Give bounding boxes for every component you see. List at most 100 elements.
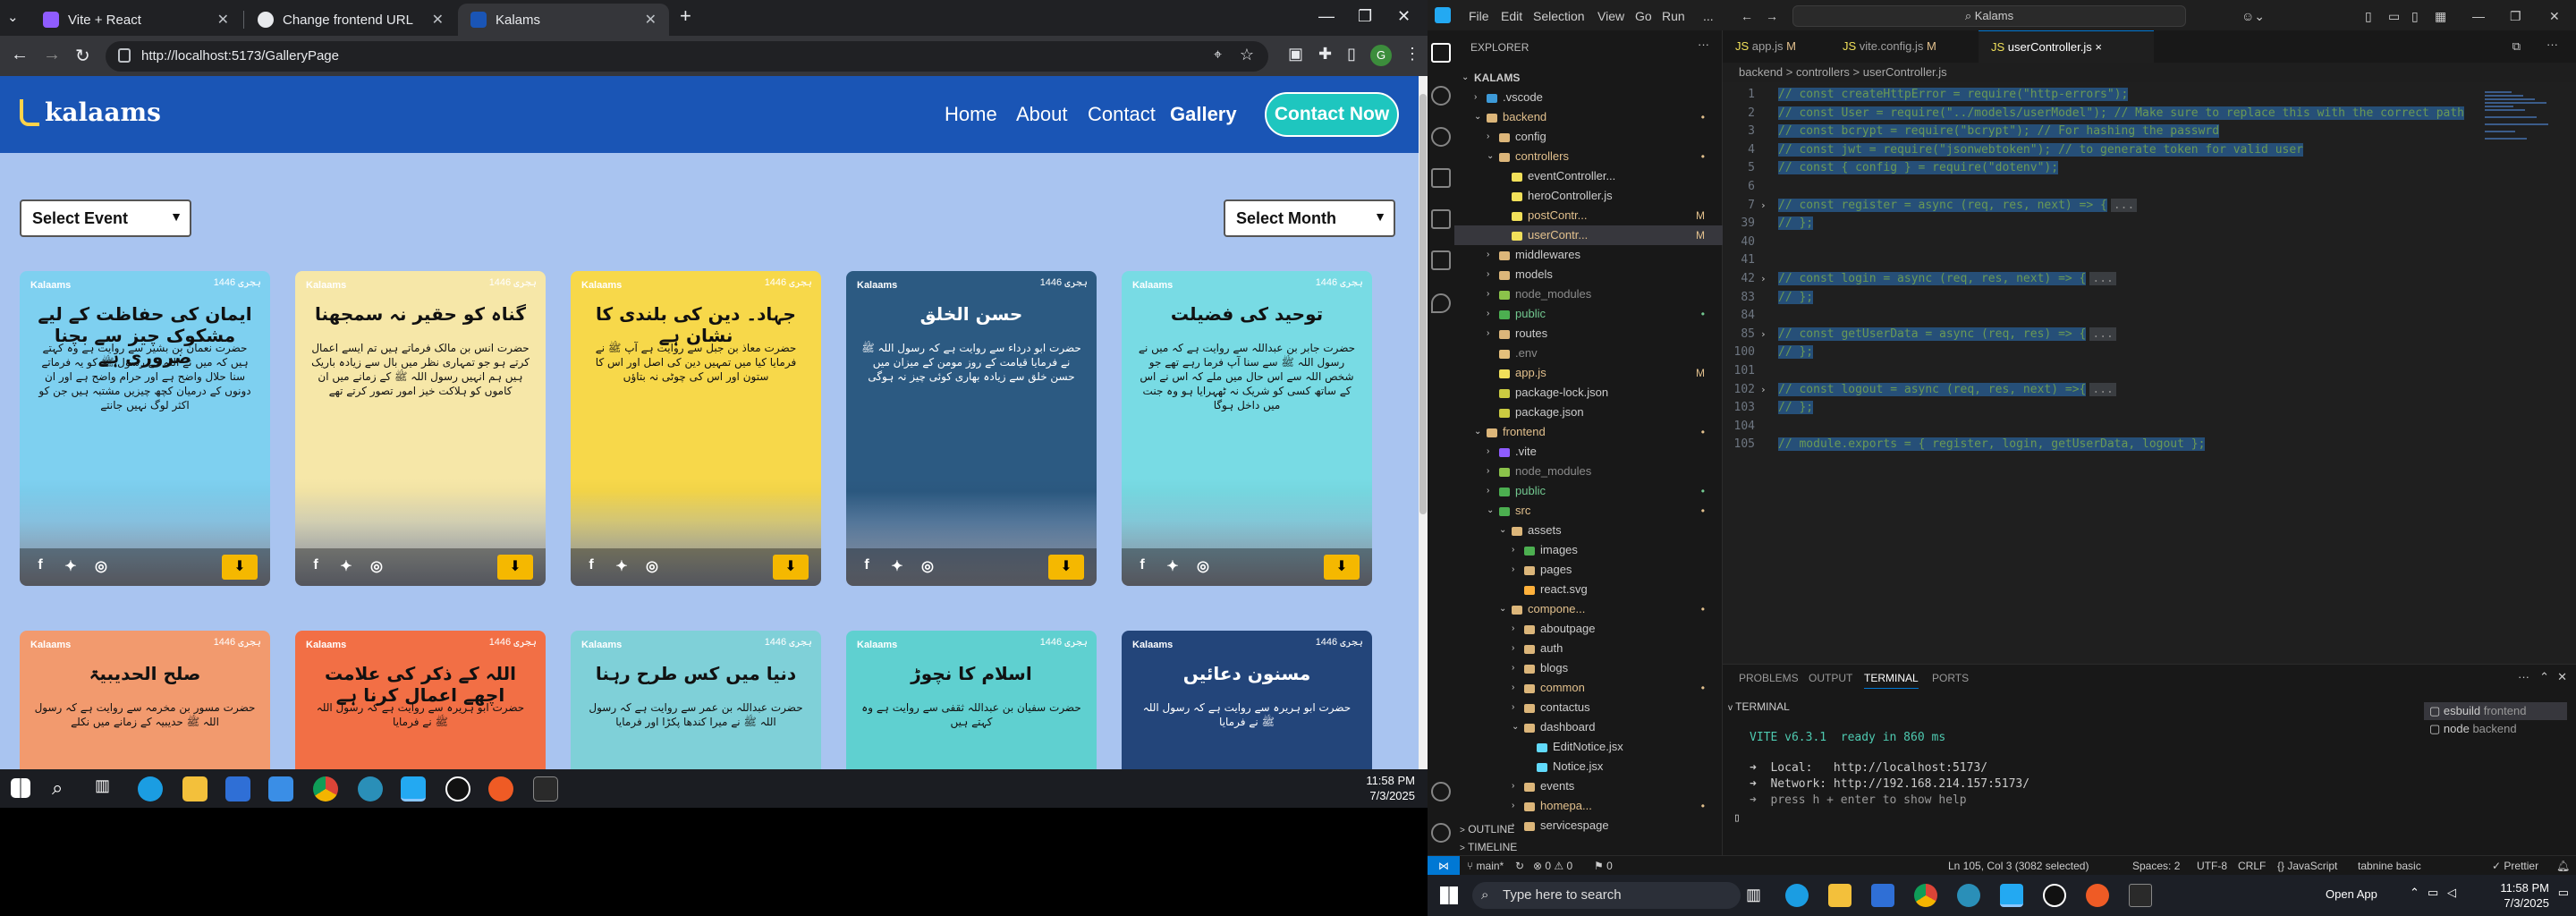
eol-status[interactable]: CRLF [2238, 860, 2266, 872]
postman-icon[interactable] [488, 776, 513, 802]
minimize-icon[interactable]: — [2472, 9, 2485, 23]
download-button[interactable]: ⬇ [773, 555, 809, 580]
nav-contact-link[interactable]: Contact [1088, 103, 1156, 126]
edge-icon[interactable] [1785, 884, 1809, 907]
instagram-icon[interactable]: ◎ [918, 557, 937, 577]
cursor-position[interactable]: Ln 105, Col 3 (3082 selected) [1948, 860, 2089, 872]
notifications-bell-icon[interactable]: 🔔︎ [2556, 860, 2570, 872]
tabnine-status[interactable]: tabnine basic [2358, 860, 2421, 872]
code-line[interactable]: 104 [1723, 418, 2576, 435]
new-tab-button[interactable]: + [680, 4, 691, 28]
code-line[interactable]: 83// }; [1723, 289, 2576, 306]
code-line[interactable]: 7 ›// const register = async (req, res, n… [1723, 197, 2576, 214]
panel-tab-output[interactable]: OUTPUT [1809, 672, 1852, 684]
terminal-icon[interactable] [2129, 884, 2152, 907]
store-icon[interactable] [1871, 884, 1894, 907]
tree-folder[interactable]: › .vscode [1454, 88, 1723, 107]
copilot-icon[interactable]: ☺⌄ [2241, 9, 2265, 24]
extensions-puzzle-icon[interactable]: ✚ [1318, 45, 1332, 64]
tree-folder[interactable]: ⌄ compone... • [1454, 599, 1723, 619]
tree-folder[interactable]: ⌄ backend • [1454, 107, 1723, 127]
code-line[interactable]: 39// }; [1723, 215, 2576, 232]
browser-tab-change-frontend[interactable]: Change frontend URL ✕ [245, 4, 456, 36]
tree-folder[interactable]: › models [1454, 265, 1723, 284]
facebook-icon[interactable]: f [857, 557, 877, 577]
twitter-icon[interactable]: ✦ [612, 557, 631, 577]
tree-file[interactable]: userContr... M [1454, 225, 1723, 245]
tree-folder[interactable]: › homepa... • [1454, 796, 1723, 816]
explorer-icon[interactable] [1431, 43, 1451, 63]
app-icon[interactable] [358, 776, 383, 802]
run-debug-icon[interactable] [1431, 168, 1451, 188]
terminal-item-node[interactable]: ▢ node backend [2424, 720, 2567, 738]
code-line[interactable]: 1// const createHttpError = require("htt… [1723, 86, 2576, 103]
tree-folder[interactable]: › images [1454, 540, 1723, 560]
code-line[interactable]: 42 ›// const login = async (req, res, nex… [1723, 270, 2576, 287]
language-status[interactable]: {} JavaScript [2277, 860, 2337, 872]
hadith-card[interactable]: Kalaams 1446 ہجری توحید کی فضیلت حضرت جابر … [1122, 271, 1372, 586]
page-scrollbar[interactable] [1419, 76, 1428, 808]
tree-file[interactable]: postContr... M [1454, 206, 1723, 225]
tab-search-icon[interactable]: ⌄ [7, 9, 19, 25]
restore-icon[interactable]: ❐ [2510, 9, 2521, 24]
site-info-icon[interactable] [118, 48, 131, 63]
tree-folder[interactable]: › auth [1454, 639, 1723, 658]
facebook-icon[interactable]: f [581, 557, 601, 577]
right-clock[interactable]: 11:58 PM 7/3/2025 [2500, 880, 2549, 911]
tree-file[interactable]: package.json [1454, 403, 1723, 422]
file-explorer-icon[interactable] [1828, 884, 1852, 907]
instagram-icon[interactable]: ◎ [642, 557, 662, 577]
twitter-icon[interactable]: ✦ [1163, 557, 1182, 577]
editor-more-icon[interactable]: ··· [2546, 38, 2558, 51]
tree-file[interactable]: eventController... [1454, 166, 1723, 186]
nav-back-icon[interactable]: ← [1741, 9, 1753, 23]
code-line[interactable]: 85 ›// const getUserData = async (req, re… [1723, 326, 2576, 343]
tree-file[interactable]: app.js M [1454, 363, 1723, 383]
close-tab-icon[interactable]: ✕ [432, 11, 444, 29]
windows-start-icon[interactable] [11, 778, 30, 798]
panel-tab-ports[interactable]: PORTS [1932, 672, 1969, 684]
instagram-icon[interactable]: ◎ [367, 557, 386, 577]
maximize-panel-icon[interactable]: ⌃ [2539, 670, 2549, 684]
code-line[interactable]: 103// }; [1723, 399, 2576, 416]
code-line[interactable] [1723, 454, 2576, 471]
volume-icon[interactable]: ◁ [2447, 886, 2456, 900]
location-icon[interactable]: ⌖ [1214, 47, 1222, 64]
edge-icon[interactable] [138, 776, 163, 802]
download-button[interactable]: ⬇ [1048, 555, 1084, 580]
nav-forward-icon[interactable]: → [1766, 9, 1778, 23]
terminal-icon[interactable] [533, 776, 558, 802]
select-month-dropdown[interactable]: Select Month ▼ [1224, 199, 1395, 237]
download-button[interactable]: ⬇ [222, 555, 258, 580]
code-line[interactable]: 6 [1723, 178, 2576, 195]
more-actions-icon[interactable]: ··· [1698, 38, 1709, 51]
code-editor[interactable]: 1// const createHttpError = require("htt… [1723, 82, 2576, 664]
hadith-card[interactable]: Kalaams 1446 ہجری ایمان کی حفاظت کے لیے مش… [20, 271, 270, 586]
split-editor-icon[interactable]: ⧉ [2512, 39, 2521, 54]
tree-folder[interactable]: › events [1454, 776, 1723, 796]
toggle-sidebar-icon[interactable]: ▯ [2365, 9, 2372, 24]
hadith-card[interactable]: Kalaams 1446 ہجری جہاد۔ دین کی بلندی کا نش… [571, 271, 821, 586]
tree-file[interactable]: Notice.jsx [1454, 757, 1723, 776]
mail-icon[interactable] [268, 776, 293, 802]
twitter-icon[interactable]: ✦ [336, 557, 356, 577]
code-line[interactable]: 40 [1723, 233, 2576, 250]
chrome-icon[interactable] [1914, 884, 1937, 907]
forward-icon[interactable]: → [43, 45, 61, 65]
reload-icon[interactable]: ↻ [75, 45, 90, 67]
tree-folder[interactable]: › middlewares [1454, 245, 1723, 265]
site-logo[interactable]: kalaams [20, 98, 161, 127]
app-icon[interactable] [2043, 884, 2066, 907]
tree-folder[interactable]: › common • [1454, 678, 1723, 698]
close-tab-icon[interactable]: ✕ [217, 11, 229, 29]
code-line[interactable]: 84 [1723, 307, 2576, 324]
twitter-icon[interactable]: ✦ [887, 557, 907, 577]
tree-folder[interactable]: ⌄ frontend • [1454, 422, 1723, 442]
close-window-icon[interactable]: ✕ [2549, 9, 2560, 24]
tree-folder[interactable]: ⌄ KALAMS [1454, 68, 1723, 88]
taskbar-search-box[interactable]: ⌕ Type here to search [1472, 882, 1741, 909]
prettier-status[interactable]: ✓ Prettier [2492, 860, 2538, 872]
remote-indicator-icon[interactable]: ⋈ [1428, 856, 1460, 876]
code-line[interactable]: 5// const { config } = require("dotenv")… [1723, 159, 2576, 176]
terminal-item-esbuild[interactable]: ▢ esbuild frontend [2424, 702, 2567, 720]
